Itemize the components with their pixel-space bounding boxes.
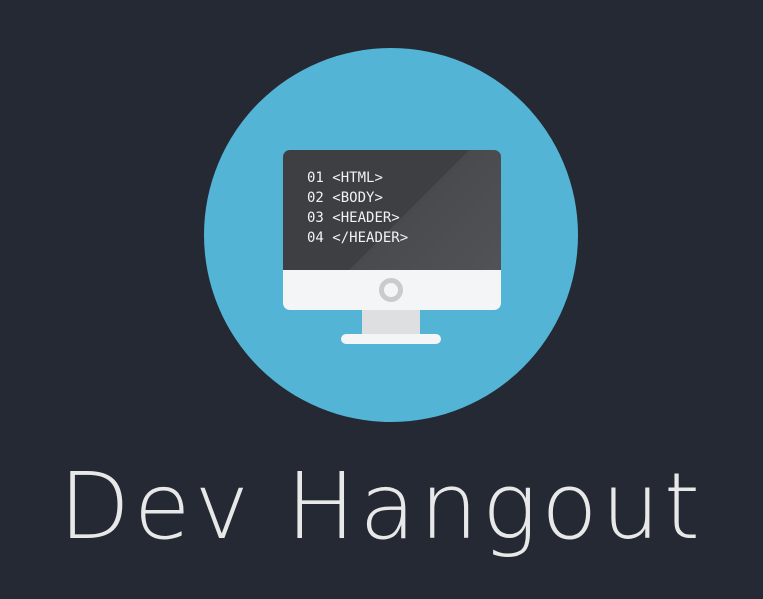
monitor-code-icon: 01 <HTML> 02 <BODY> 03 <HEADER> 04 </HEA… xyxy=(283,150,501,310)
code-text: </HEADER> xyxy=(332,230,409,246)
app-title: Dev Hangout xyxy=(59,453,704,560)
monitor-stand-neck xyxy=(362,310,420,335)
monitor-stand-base xyxy=(341,334,441,344)
code-text: <HEADER> xyxy=(332,210,400,226)
line-number: 02 xyxy=(307,190,324,206)
code-text: <HTML> xyxy=(332,170,383,186)
monitor-screen: 01 <HTML> 02 <BODY> 03 <HEADER> 04 </HEA… xyxy=(283,150,501,270)
splash-page: 01 <HTML> 02 <BODY> 03 <HEADER> 04 </HEA… xyxy=(0,0,763,599)
line-number: 03 xyxy=(307,210,324,226)
code-lines: 01 <HTML> 02 <BODY> 03 <HEADER> 04 </HEA… xyxy=(307,168,408,248)
line-number: 01 xyxy=(307,170,324,186)
line-number: 04 xyxy=(307,230,324,246)
power-button-icon xyxy=(379,278,403,302)
code-line: 04 </HEADER> xyxy=(307,228,408,248)
code-line: 01 <HTML> xyxy=(307,168,408,188)
code-line: 03 <HEADER> xyxy=(307,208,408,228)
code-line: 02 <BODY> xyxy=(307,188,408,208)
code-text: <BODY> xyxy=(332,190,383,206)
monitor-chin xyxy=(283,270,501,310)
